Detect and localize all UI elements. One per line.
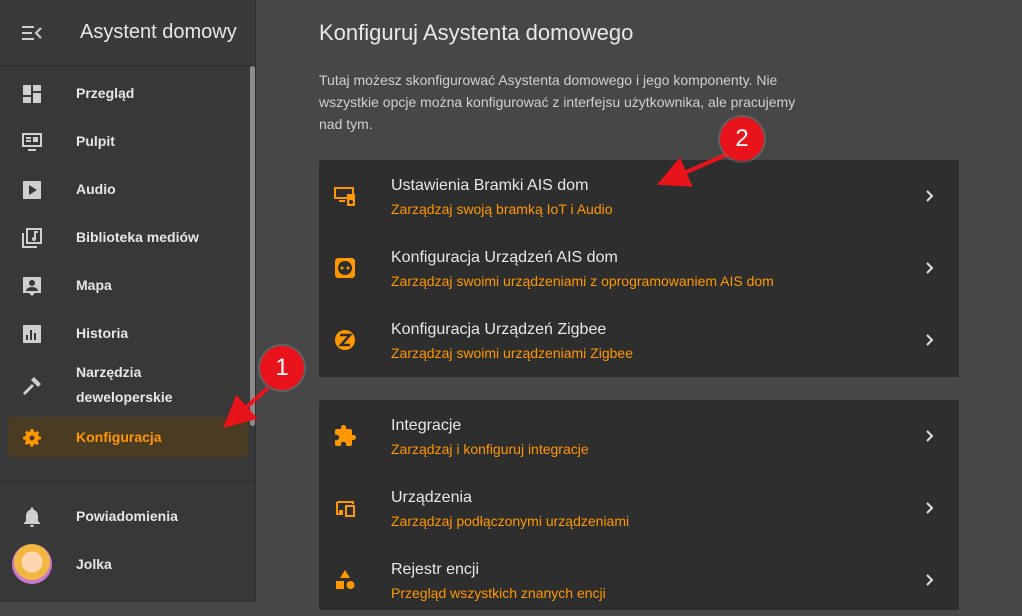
page-description: Tutaj możesz skonfigurować Asystenta dom… [319, 72, 796, 132]
gateway-icon [333, 184, 357, 208]
sidebar-item-label: Narzędzia deweloperskie [76, 360, 173, 410]
sidebar-item-label: Audio [76, 181, 116, 197]
sidebar-item-label: Biblioteka mediów [76, 229, 199, 245]
sidebar: Asystent domowy Przegląd Pulpit Audio Bi… [0, 0, 256, 602]
sidebar-item-label: Przegląd [76, 85, 135, 101]
sidebar-item-narzedzia-deweloperskie[interactable]: Narzędzia deweloperskie [0, 360, 248, 410]
sidebar-item-label: Pulpit [76, 133, 115, 149]
sidebar-item-label: Powiadomienia [76, 508, 178, 524]
page-title: Konfiguruj Asystenta domowego [319, 20, 634, 45]
sidebar-item-historia[interactable]: Historia [0, 313, 248, 353]
row-subtitle: Zarządzaj swoimi urządzeniami z oprogram… [391, 273, 774, 289]
app-title: Asystent domowy [80, 21, 237, 43]
person-box-icon [20, 274, 44, 298]
sidebar-item-label-line2: deweloperskie [76, 389, 173, 405]
sidebar-item-przeglad[interactable]: Przegląd [0, 73, 248, 113]
sidebar-item-label: Konfiguracja [76, 429, 162, 445]
chevron-right-icon [923, 499, 937, 517]
config-card-ais: Ustawienia Bramki AIS dom Zarządzaj swoj… [319, 160, 959, 377]
row-title: Urządzenia [391, 489, 472, 506]
row-title: Rejestr encji [391, 561, 480, 578]
row-subtitle: Zarządzaj podłączonymi urządzeniami [391, 513, 630, 529]
gear-icon [20, 426, 44, 450]
row-konfiguracja-zigbee[interactable]: Konfiguracja Urządzeń Zigbee Zarządzaj s… [319, 304, 959, 376]
row-title: Konfiguracja Urządzeń Zigbee [391, 321, 607, 338]
music-library-icon [20, 226, 44, 250]
row-title: Integracje [391, 417, 462, 434]
dashboard-icon [20, 82, 44, 106]
sidebar-header: Asystent domowy [0, 0, 255, 66]
sidebar-item-label-line1: Narzędzia [76, 364, 142, 380]
user-name: Jolka [76, 556, 112, 572]
play-icon [20, 178, 44, 202]
row-integracje[interactable]: Integracje Zarządzaj i konfiguruj integr… [319, 400, 959, 472]
sidebar-item-biblioteka-mediow[interactable]: Biblioteka mediów [0, 217, 248, 257]
avatar[interactable] [12, 544, 52, 584]
bell-icon [20, 505, 44, 529]
row-subtitle: Zarządzaj swoją bramką IoT i Audio [391, 201, 613, 217]
row-konfiguracja-urzadzen-ais[interactable]: Konfiguracja Urządzeń AIS dom Zarządzaj … [319, 232, 959, 304]
row-subtitle: Zarządzaj swoimi urządzeniami Zigbee [391, 345, 633, 361]
zigbee-icon [333, 328, 357, 352]
menu-collapse-icon[interactable] [22, 24, 42, 42]
row-title: Konfiguracja Urządzeń AIS dom [391, 249, 618, 266]
chevron-right-icon [923, 259, 937, 277]
shapes-icon [333, 568, 357, 592]
sidebar-item-powiadomienia[interactable]: Powiadomienia [0, 496, 248, 536]
row-urzadzenia[interactable]: Urządzenia Zarządzaj podłączonymi urządz… [319, 472, 959, 544]
row-title: Ustawienia Bramki AIS dom [391, 177, 589, 194]
sidebar-item-mapa[interactable]: Mapa [0, 265, 248, 305]
chart-bar-icon [20, 322, 44, 346]
sidebar-item-pulpit[interactable]: Pulpit [0, 121, 248, 161]
sidebar-scrollbar[interactable] [250, 66, 255, 426]
sidebar-item-konfiguracja[interactable]: Konfiguracja [8, 417, 248, 457]
row-rejestr-encji[interactable]: Rejestr encji Przegląd wszystkich znanyc… [319, 544, 959, 616]
chevron-right-icon [923, 427, 937, 445]
main-content: Konfiguruj Asystenta domowego Tutaj może… [256, 0, 1022, 610]
chevron-right-icon [923, 571, 937, 589]
chevron-right-icon [923, 187, 937, 205]
monitor-icon [20, 130, 44, 154]
row-subtitle: Zarządzaj i konfiguruj integracje [391, 441, 589, 457]
socket-icon [333, 256, 357, 280]
puzzle-icon [333, 424, 357, 448]
sidebar-item-label: Mapa [76, 277, 112, 293]
row-subtitle: Przegląd wszystkich znanych encji [391, 585, 606, 601]
sidebar-item-audio[interactable]: Audio [0, 169, 248, 209]
sidebar-divider [0, 481, 256, 482]
chevron-right-icon [923, 331, 937, 349]
config-card-general: Integracje Zarządzaj i konfiguruj integr… [319, 400, 959, 610]
hammer-icon [20, 374, 44, 398]
devices-icon [333, 496, 357, 520]
sidebar-item-label: Historia [76, 325, 129, 341]
row-ustawienia-bramki[interactable]: Ustawienia Bramki AIS dom Zarządzaj swoj… [319, 160, 959, 232]
